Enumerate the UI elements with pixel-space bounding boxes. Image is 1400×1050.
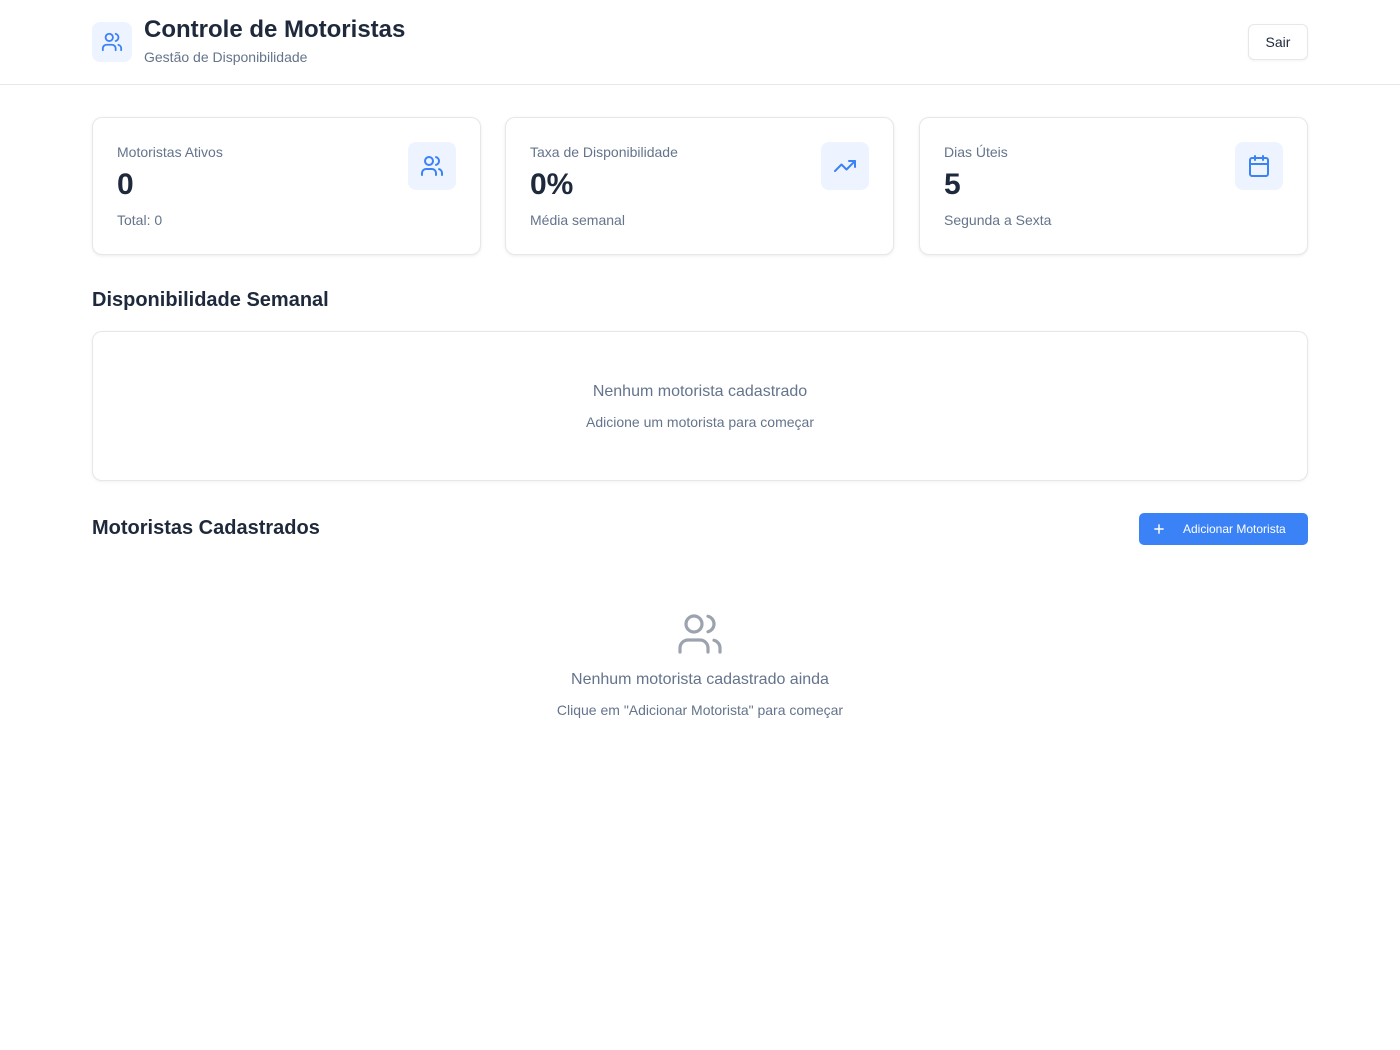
app-subtitle: Gestão de Disponibilidade [144,49,308,65]
stat-value: 5 [944,168,961,201]
stat-label: Dias Úteis [944,144,1008,160]
users-icon [408,142,456,190]
stat-note: Segunda a Sexta [944,212,1052,228]
stat-card-working-days: Dias Úteis 5 Segunda a Sexta [919,117,1308,255]
stat-card-availability-rate: Taxa de Disponibilidade 0% Média semanal [505,117,894,255]
app-header: Controle de Motoristas Gestão de Disponi… [0,0,1400,85]
stat-value: 0 [117,168,134,201]
add-driver-label: Adicionar Motorista [1183,522,1286,536]
users-icon [676,610,724,658]
app-title: Controle de Motoristas [144,16,406,43]
empty-state-subtitle: Adicione um motorista para começar [586,414,814,430]
empty-state-title: Nenhum motorista cadastrado [592,383,808,400]
weekly-section-title: Disponibilidade Semanal [92,289,329,311]
stat-label: Motoristas Ativos [117,144,223,160]
stat-note: Total: 0 [117,212,163,228]
trending-up-icon [821,142,869,190]
add-driver-button[interactable]: Adicionar Motorista [1139,513,1308,545]
stat-label: Taxa de Disponibilidade [530,144,678,160]
logout-button[interactable]: Sair [1248,24,1308,60]
weekly-availability-panel: Nenhum motorista cadastrado Adicione um … [92,331,1308,481]
plus-icon [1152,522,1166,536]
empty-state-subtitle: Clique em "Adicionar Motorista" para com… [556,702,844,718]
calendar-icon [1235,142,1283,190]
users-icon [92,22,132,62]
stat-note: Média semanal [530,212,625,228]
drivers-empty-state: Nenhum motorista cadastrado ainda Clique… [92,600,1308,730]
stat-card-active-drivers: Motoristas Ativos 0 Total: 0 [92,117,481,255]
stat-value: 0% [530,168,574,201]
drivers-section-title: Motoristas Cadastrados [92,517,320,539]
empty-state-title: Nenhum motorista cadastrado ainda [571,671,829,688]
